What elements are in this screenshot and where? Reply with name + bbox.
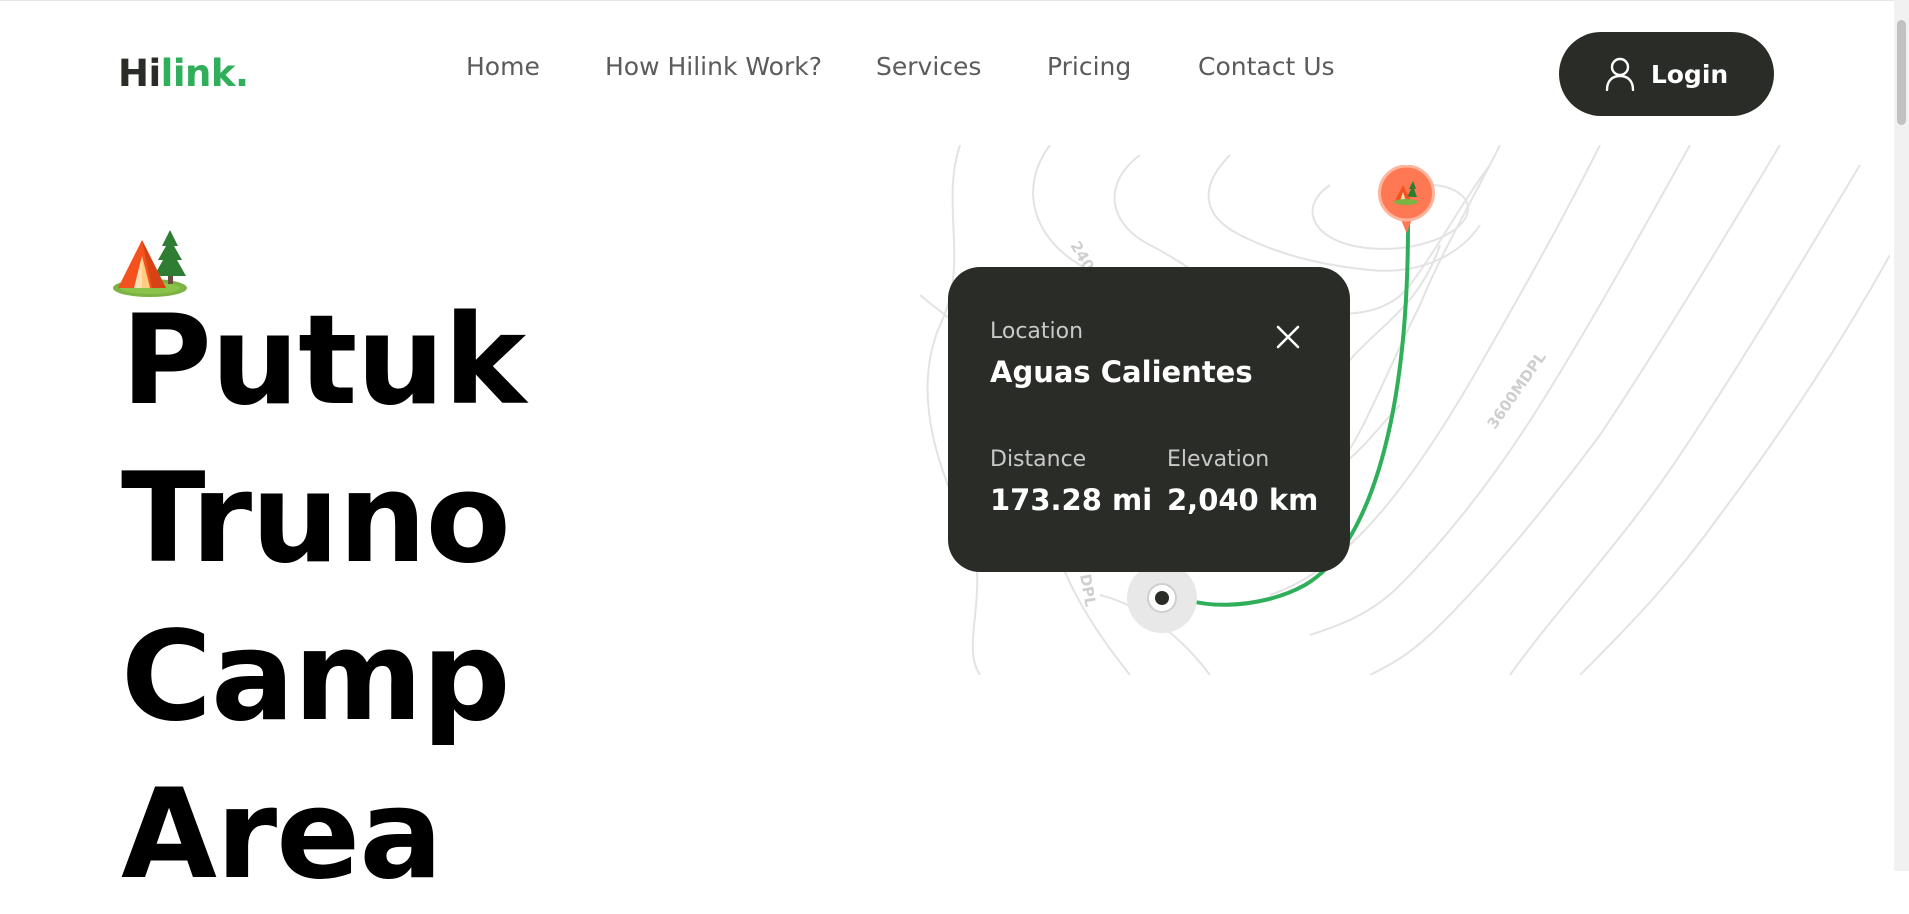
user-icon: [1605, 57, 1635, 91]
close-icon[interactable]: [1270, 319, 1306, 355]
map-pin-icon[interactable]: [1378, 165, 1435, 235]
nav-how-hilink-work[interactable]: How Hilink Work?: [605, 52, 822, 81]
hero-title-line: Putuk: [121, 289, 526, 433]
location-value: Aguas Calientes: [990, 355, 1253, 389]
contour-label: 3600MDPL: [1484, 348, 1550, 432]
nav-pricing[interactable]: Pricing: [1047, 52, 1131, 81]
logo-prefix: Hi: [118, 52, 161, 95]
login-button[interactable]: Login: [1559, 32, 1774, 116]
nav-home[interactable]: Home: [466, 52, 540, 81]
logo[interactable]: Hilink.: [118, 52, 249, 95]
location-card: Location Aguas Calientes Distance 173.28…: [948, 267, 1350, 572]
scrollbar-thumb[interactable]: [1897, 20, 1906, 125]
distance-label: Distance: [990, 447, 1087, 472]
location-label: Location: [990, 319, 1084, 344]
start-point-marker[interactable]: [1126, 562, 1198, 634]
hero-title-line: Truno: [121, 447, 511, 591]
hero-title-line: Camp: [121, 605, 511, 749]
top-border: [0, 0, 1909, 1]
elevation-value: 2,040 km: [1167, 483, 1319, 517]
nav-contact-us[interactable]: Contact Us: [1198, 52, 1335, 81]
elevation-label: Elevation: [1167, 447, 1270, 472]
page-scrollbar[interactable]: [1894, 0, 1909, 871]
login-label: Login: [1650, 59, 1729, 89]
hero-title: Putuk Truno Camp Area: [121, 282, 526, 914]
logo-suffix: link.: [160, 52, 249, 95]
distance-value: 173.28 mi: [990, 483, 1153, 517]
hero-title-line: Area: [121, 763, 443, 907]
nav-services[interactable]: Services: [876, 52, 981, 81]
